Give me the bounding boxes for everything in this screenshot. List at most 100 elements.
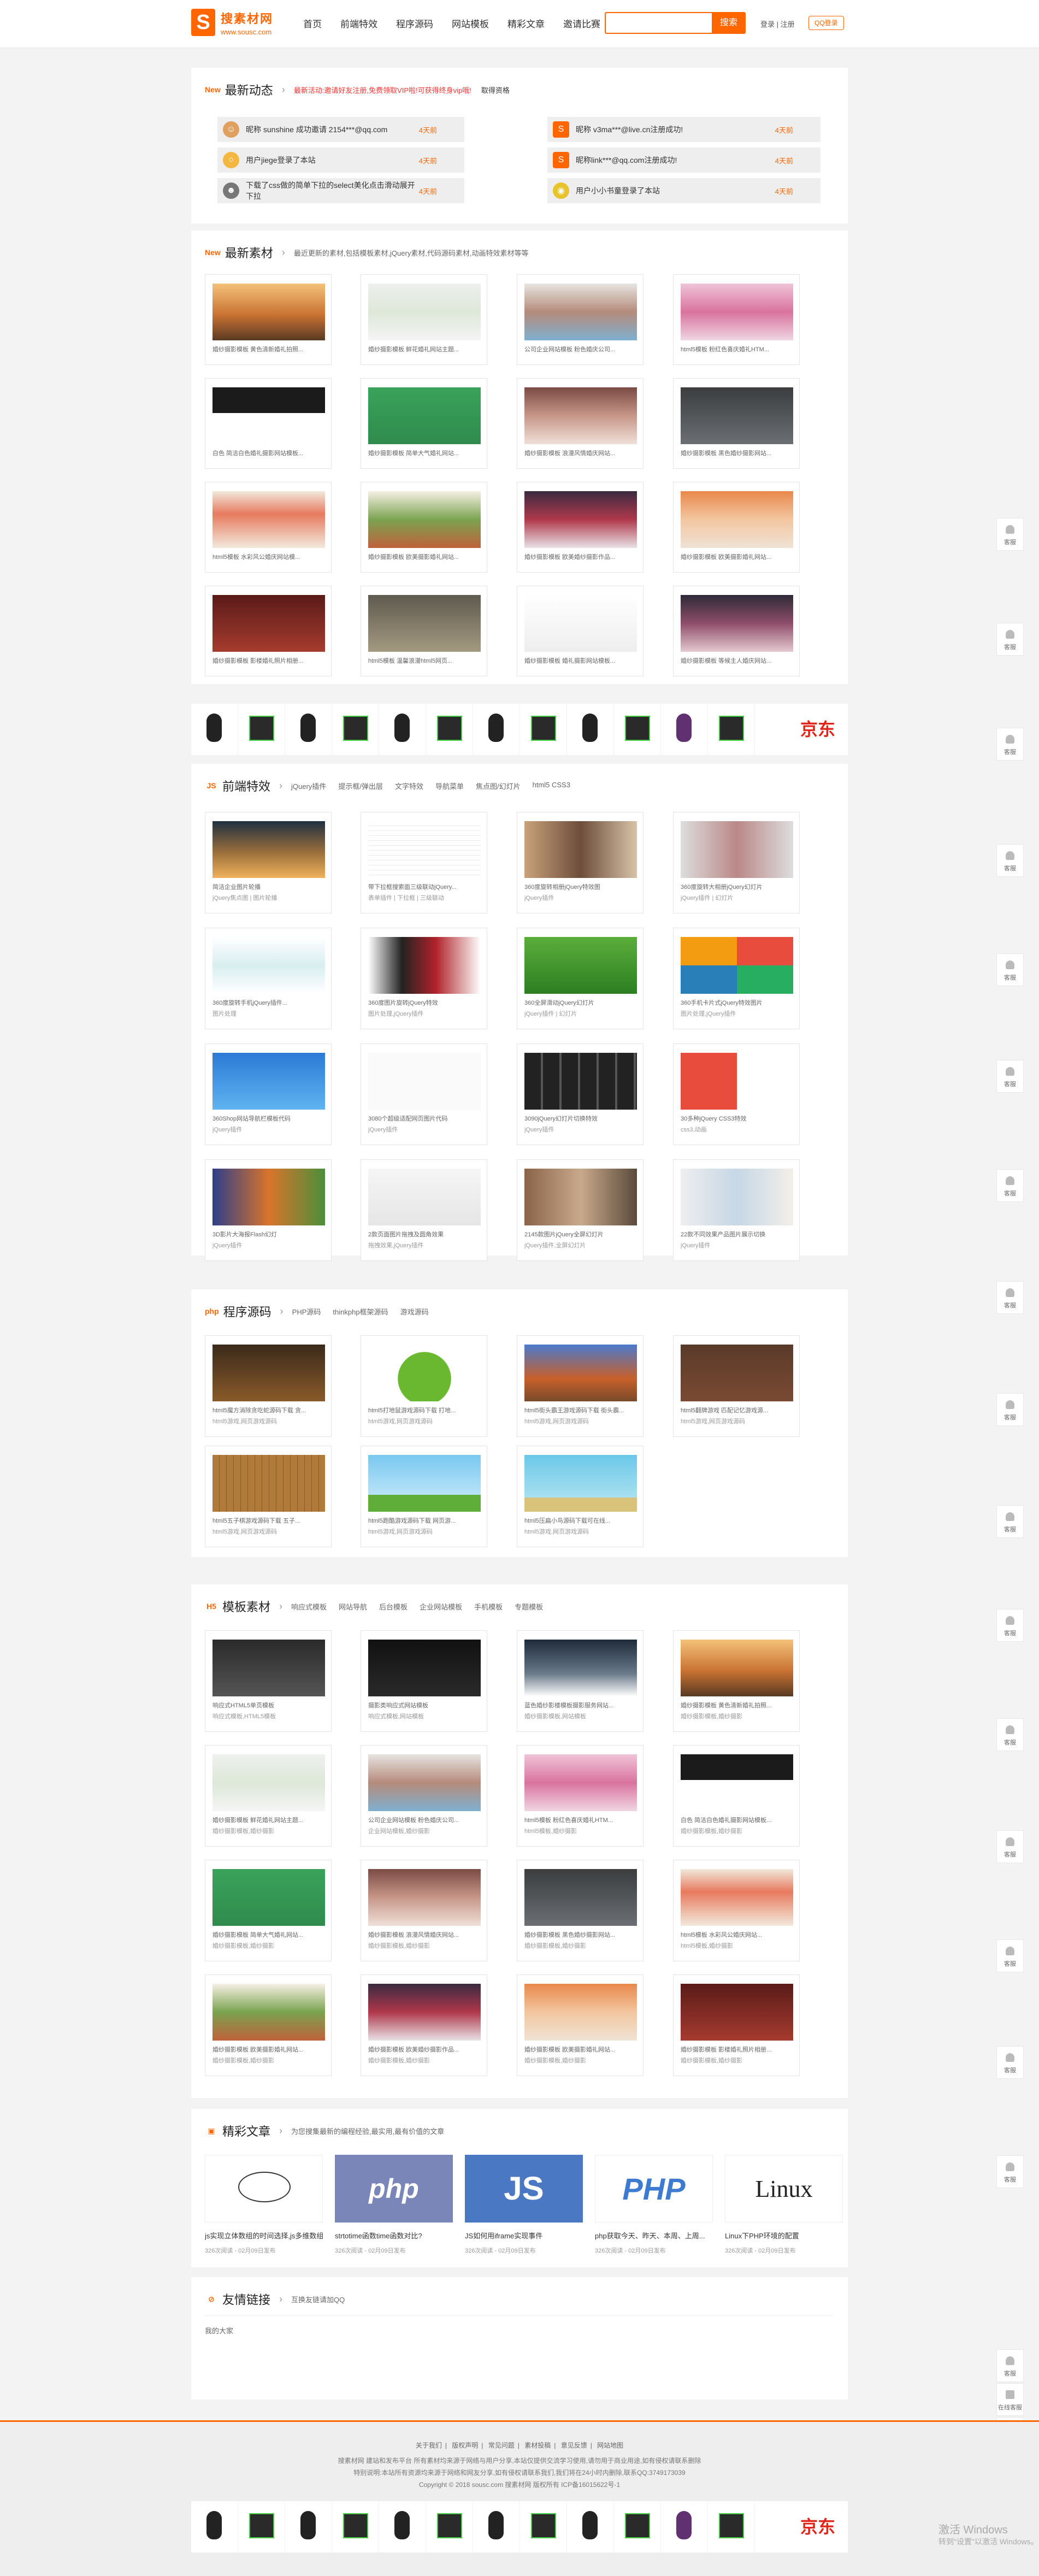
footer-link[interactable]: 网站地图 — [597, 2442, 623, 2449]
side-service-button[interactable]: 客服 — [996, 2155, 1024, 2188]
side-service-button[interactable]: 客服 — [996, 1505, 1024, 1538]
effect-card[interactable]: 360全屏滑动jQuery幻灯片 jQuery插件 | 幻灯片 — [517, 928, 644, 1029]
site-logo[interactable]: S 搜素材网 www.sousc.com — [191, 9, 273, 36]
source-card[interactable]: html5街头霸王游戏源码下载 街头霸... html5游戏,网页游戏源码 — [517, 1335, 644, 1437]
ad-product[interactable] — [567, 704, 614, 755]
ad-product[interactable] — [332, 704, 379, 755]
source-card[interactable]: html5跑酷游戏源码下载 网页游... html5游戏,网页游戏源码 — [361, 1446, 487, 1547]
ad-product[interactable] — [708, 704, 755, 755]
material-card[interactable]: 婚纱摄影模板 影楼婚礼照片相册... — [205, 586, 332, 676]
effect-card[interactable]: 360手机卡片式jQuery特效图片 图片处理,jQuery插件 — [673, 928, 800, 1029]
material-card[interactable]: 婚纱摄影模板 黑色婚纱摄影网站... — [673, 378, 800, 469]
nav-invite[interactable]: 邀请比赛 — [563, 16, 600, 30]
template-card[interactable]: html5模板 水彩风公婚庆网站... html5模板,婚纱摄影 — [673, 1860, 800, 1961]
material-card[interactable]: 婚纱摄影模板 鲜花婚礼网站主题... — [361, 274, 487, 365]
template-card[interactable]: 白色 简洁白色婚礼摄影网站模板... 婚纱摄影模板,婚纱摄影 — [673, 1745, 800, 1847]
article-card[interactable]: JS JS如何用iframe实现事件 326次阅读 - 02月09日发布 — [465, 2155, 583, 2255]
invite-notice-link[interactable]: 最新活动:邀请好友注册,免费领取VIP啦!可获得终身vip哦! — [294, 85, 471, 95]
tag-link[interactable]: 焦点图/幻灯片 — [476, 781, 521, 791]
nav-frontend[interactable]: 前端特效 — [340, 16, 377, 30]
article-card[interactable]: Linux Linux下PHP环境的配置 326次阅读 - 02月09日发布 — [725, 2155, 843, 2255]
nav-articles[interactable]: 精彩文章 — [507, 16, 545, 30]
source-card[interactable]: html5五子棋游戏源码下载 五子... html5游戏,网页游戏源码 — [205, 1446, 332, 1547]
footer-link[interactable]: 素材投稿 — [524, 2442, 551, 2449]
effect-card[interactable]: 2145款图片jQuery全屏幻灯片 jQuery插件,全屏幻灯片 — [517, 1159, 644, 1261]
tag-link[interactable]: 游戏源码 — [400, 1306, 429, 1317]
ad-product[interactable] — [473, 2501, 520, 2553]
article-card[interactable]: PHP php获取今天、昨天、本周、上周... 326次阅读 - 02月09日发… — [595, 2155, 713, 2255]
template-card[interactable]: 婚纱摄影模板 浪漫风情婚庆网站... 婚纱摄影模板,婚纱摄影 — [361, 1860, 487, 1961]
tag-link[interactable]: 提示框/弹出层 — [338, 781, 383, 791]
side-feedback-button[interactable]: 在线客服 — [996, 2383, 1024, 2416]
template-card[interactable]: 公司企业网站模板 粉色婚庆公司... 企业网站模板,婚纱摄影 — [361, 1745, 487, 1847]
ad-product[interactable] — [379, 2501, 426, 2553]
article-card[interactable]: js实现立体数组的时间选择,js多维数组 326次阅读 - 02月09日发布 — [205, 2155, 323, 2255]
tag-link[interactable]: jQuery插件 — [291, 781, 326, 791]
register-link[interactable]: 注册 — [781, 20, 795, 28]
ad-banner[interactable]: 京东 — [191, 2501, 848, 2553]
template-card[interactable]: 婚纱摄影模板 黑色婚纱摄影网站... 婚纱摄影模板,婚纱摄影 — [517, 1860, 644, 1961]
side-service-button[interactable]: 客服 — [996, 623, 1024, 656]
template-card[interactable]: 摄影类响应式网站模板 响应式模板,网站模板 — [361, 1630, 487, 1732]
side-service-button[interactable]: 客服 — [996, 1281, 1024, 1314]
tag-link[interactable]: 文字特效 — [395, 781, 423, 791]
tag-link[interactable]: html5 CSS3 — [533, 781, 570, 791]
qq-login-button[interactable]: QQ登录 — [808, 16, 844, 30]
material-card[interactable]: 婚纱摄影模板 简单大气婚礼网站... — [361, 378, 487, 469]
material-card[interactable]: html5模板 水彩风公婚庆网站模... — [205, 482, 332, 573]
material-card[interactable]: 白色 简洁白色婚礼摄影网站模板... — [205, 378, 332, 469]
ad-product[interactable] — [520, 2501, 567, 2553]
nav-source[interactable]: 程序源码 — [396, 16, 433, 30]
effect-card[interactable]: 360度旋转大相册jQuery幻灯片 jQuery插件 | 幻灯片 — [673, 812, 800, 913]
news-item[interactable]: ◉ 用户小小书童登录了本站 4天前 — [547, 178, 820, 203]
effect-card[interactable]: 22款不同效果产品图片展示切换 jQuery插件 — [673, 1159, 800, 1261]
news-item[interactable]: ☺ 昵称 sunshine 成功邀请 2154***@qq.com 4天前 — [217, 117, 464, 142]
side-service-button[interactable]: 客服 — [996, 1609, 1024, 1642]
ad-product[interactable] — [426, 2501, 473, 2553]
template-card[interactable]: html5模板 粉红色喜庆婚礼HTM... html5模板,婚纱摄影 — [517, 1745, 644, 1847]
material-card[interactable]: 婚纱摄影模板 等候主人婚庆网站... — [673, 586, 800, 676]
source-card[interactable]: html5打地鼠游戏源码下载 打地... html5游戏,网页游戏源码 — [361, 1335, 487, 1437]
material-card[interactable]: 婚纱摄影模板 欧美摄影婚礼网站... — [361, 482, 487, 573]
qualify-link[interactable]: 取得资格 — [481, 85, 510, 95]
news-item[interactable]: ☻ 下载了css做的简单下拉的select美化点击滑动展开下拉 4天前 — [217, 178, 464, 203]
effect-card[interactable]: 360Shop网站导航栏模板代码 jQuery插件 — [205, 1044, 332, 1145]
ad-product[interactable] — [567, 2501, 614, 2553]
side-service-button[interactable]: 客服 — [996, 1940, 1024, 1972]
template-card[interactable]: 婚纱摄影模板 黄色清新婚礼拍照... 婚纱摄影模板,婚纱摄影 — [673, 1630, 800, 1732]
ad-product[interactable] — [191, 2501, 238, 2553]
tag-link[interactable]: 网站导航 — [339, 1601, 367, 1612]
nav-home[interactable]: 首页 — [303, 16, 322, 30]
template-card[interactable]: 婚纱摄影模板 鲜花婚礼网站主题... 婚纱摄影模板,婚纱摄影 — [205, 1745, 332, 1847]
ad-product[interactable] — [661, 704, 708, 755]
ad-product[interactable] — [426, 704, 473, 755]
tag-link[interactable]: 专题模板 — [515, 1601, 543, 1612]
tag-link[interactable]: thinkphp框架源码 — [333, 1306, 388, 1317]
side-service-button[interactable]: 客服 — [996, 1393, 1024, 1426]
side-service-button[interactable]: 客服 — [996, 1169, 1024, 1202]
news-item[interactable]: S 昵称 v3ma***@live.cn注册成功! 4天前 — [547, 117, 820, 142]
side-service-button[interactable]: 客服 — [996, 1830, 1024, 1863]
effect-card[interactable]: 带下拉框搜索面三级联动jQuery... 表单插件 | 下拉框 | 三级联动 — [361, 812, 487, 913]
side-service-button[interactable]: 客服 — [996, 728, 1024, 761]
ad-product[interactable] — [238, 704, 285, 755]
template-card[interactable]: 婚纱摄影模板 欧美婚纱摄影作品... 婚纱摄影模板,婚纱摄影 — [361, 1974, 487, 2076]
ad-product[interactable] — [191, 704, 238, 755]
side-service-button[interactable]: 客服 — [996, 518, 1024, 551]
side-service-button[interactable]: 客服 — [996, 1060, 1024, 1093]
tag-link[interactable]: PHP源码 — [292, 1306, 321, 1317]
effect-card[interactable]: 3090jQuery幻灯片切换特效 jQuery插件 — [517, 1044, 644, 1145]
ad-banner[interactable]: 京东 — [191, 704, 848, 755]
tag-link[interactable]: 企业网站模板 — [420, 1601, 462, 1612]
material-card[interactable]: 婚纱摄影模板 欧美婚纱摄影作品... — [517, 482, 644, 573]
material-card[interactable]: 婚纱摄影模板 浪漫风情婚庆网站... — [517, 378, 644, 469]
side-service-button[interactable]: 客服 — [996, 953, 1024, 986]
ad-product[interactable] — [520, 704, 567, 755]
template-card[interactable]: 婚纱摄影模板 简单大气婚礼网站... 婚纱摄影模板,婚纱摄影 — [205, 1860, 332, 1961]
tag-link[interactable]: 响应式模板 — [291, 1601, 327, 1612]
footer-link[interactable]: 版权声明 — [452, 2442, 478, 2449]
ad-product[interactable] — [473, 704, 520, 755]
ad-product[interactable] — [285, 2501, 332, 2553]
effect-card[interactable]: 3D影片大海报Flash幻灯 jQuery插件 — [205, 1159, 332, 1261]
article-card[interactable]: php strtotime函数time函数对比? 326次阅读 - 02月09日… — [335, 2155, 453, 2255]
